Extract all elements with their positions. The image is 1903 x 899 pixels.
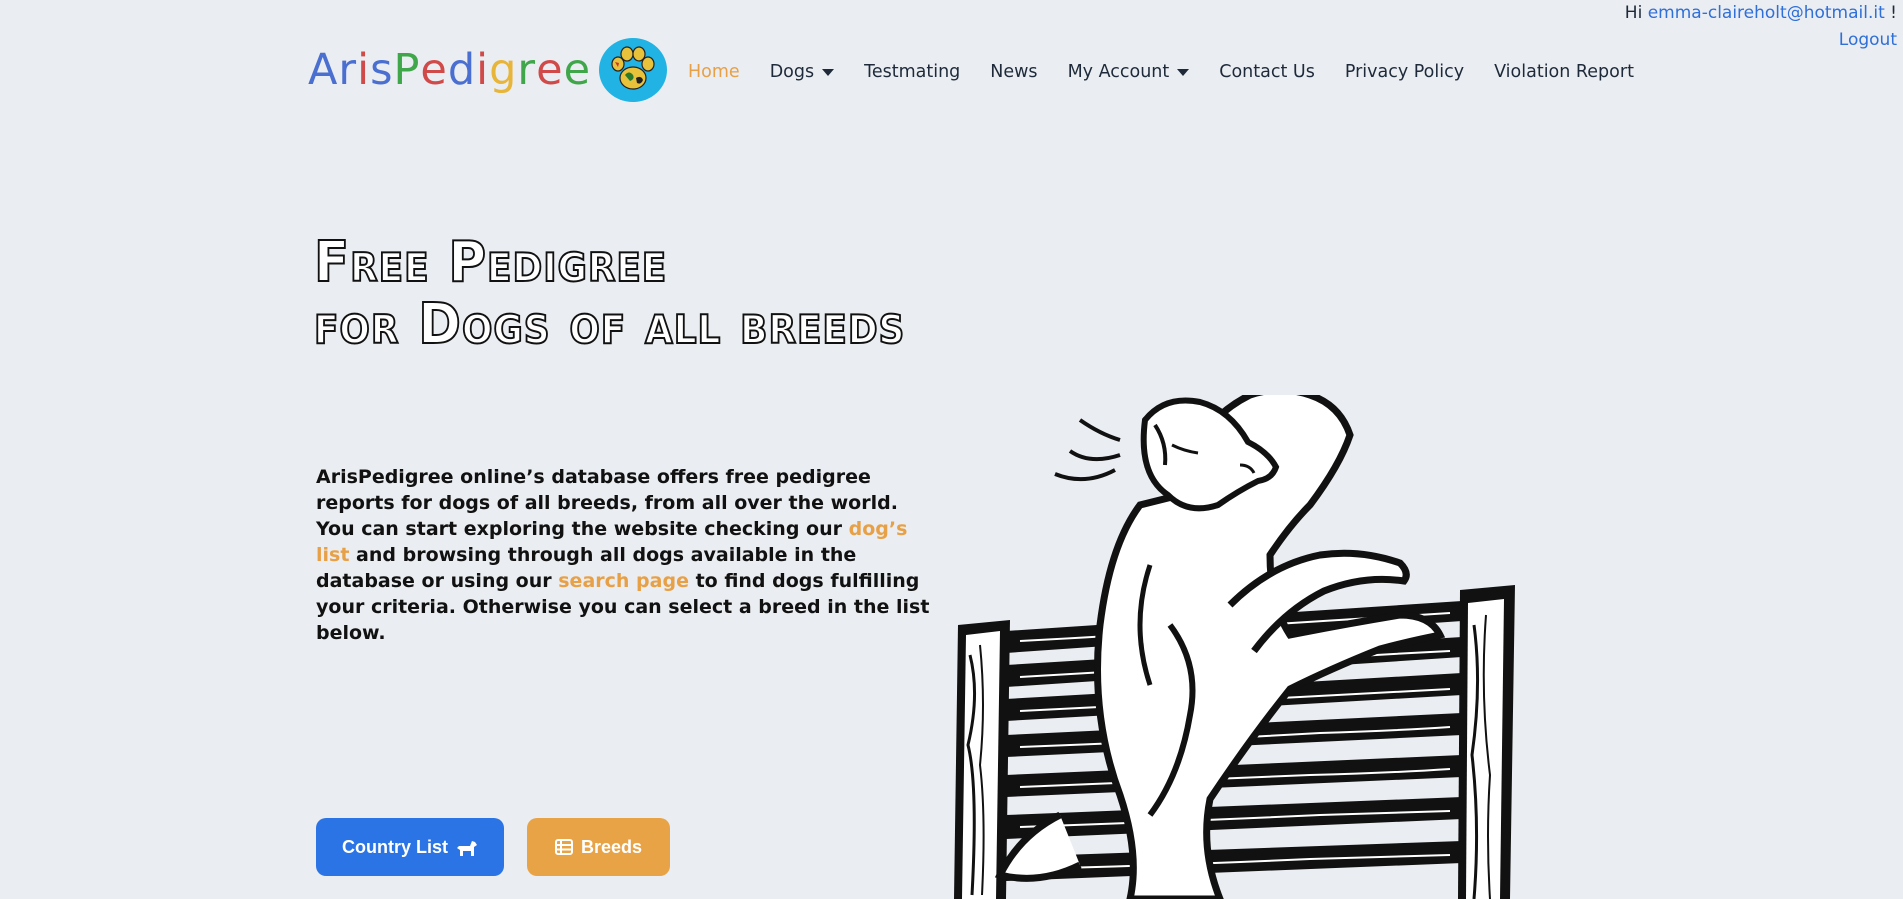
nav-dogs-label: Dogs [769, 62, 815, 82]
logo-letter: e [536, 45, 564, 95]
intro-paragraph: ArisPedigree online’s database offers fr… [316, 464, 938, 646]
nav-violation-label: Violation Report [1494, 62, 1634, 82]
greeting-text: Hi [1624, 3, 1643, 23]
nav-my-account-label: My Account [1067, 62, 1170, 82]
logo-letter: g [489, 45, 518, 95]
logo-letter: A [308, 45, 339, 95]
user-bar: Hi emma-claireholt@hotmail.it ! Logout [1625, 0, 1897, 54]
caret-down-icon [1177, 68, 1190, 76]
logo-letter: P [393, 45, 421, 95]
site-logo[interactable]: ArisPedigree [308, 38, 668, 102]
breeds-button[interactable]: Breeds [527, 818, 670, 876]
paw-globe-icon [599, 38, 668, 102]
nav-contact-label: Contact Us [1219, 62, 1315, 82]
search-page-link[interactable]: search page [558, 570, 689, 592]
country-list-button[interactable]: Country List [316, 818, 504, 876]
nav-home[interactable]: Home [688, 62, 740, 82]
logo-wordmark: ArisPedigree [308, 45, 591, 95]
nav-my-account[interactable]: My Account [1068, 62, 1190, 82]
logout-link[interactable]: Logout [1839, 30, 1897, 50]
logo-letter: e [420, 45, 448, 95]
hero-title: Free Pedigree for Dogs of all breeds [313, 230, 906, 357]
logo-letter: s [370, 45, 394, 95]
hero-title-line2: for Dogs of all breeds [313, 292, 906, 357]
main-nav: Home Dogs Testmating News My Account Con… [688, 62, 1664, 82]
logo-letter: e [563, 45, 592, 95]
greeting-suffix: ! [1890, 3, 1897, 23]
intro-text-1: ArisPedigree online’s database offers fr… [316, 466, 898, 540]
logo-letter: i [476, 45, 490, 95]
table-list-icon [554, 839, 573, 855]
logo-letter: r [338, 45, 358, 95]
logo-letter: i [357, 45, 371, 95]
hero-title-line1: Free Pedigree [313, 230, 668, 295]
caret-down-icon [822, 68, 835, 76]
nav-testmating-label: Testmating [864, 62, 961, 82]
logo-letter: r [517, 45, 537, 95]
nav-dogs[interactable]: Dogs [769, 62, 835, 82]
logo-letter: d [447, 45, 477, 95]
nav-news[interactable]: News [990, 62, 1037, 82]
nav-privacy-label: Privacy Policy [1344, 62, 1465, 82]
nav-violation[interactable]: Violation Report [1494, 62, 1634, 82]
nav-home-label: Home [688, 62, 740, 82]
dog-fence-illustration [954, 395, 1515, 899]
nav-testmating[interactable]: Testmating [864, 62, 960, 82]
dog-icon [457, 841, 477, 856]
country-list-label: Country List [342, 836, 448, 857]
user-email-link[interactable]: emma-claireholt@hotmail.it [1648, 3, 1885, 23]
nav-privacy[interactable]: Privacy Policy [1345, 62, 1464, 82]
breeds-label: Breeds [580, 836, 643, 857]
nav-news-label: News [990, 62, 1038, 82]
nav-contact[interactable]: Contact Us [1219, 62, 1315, 82]
